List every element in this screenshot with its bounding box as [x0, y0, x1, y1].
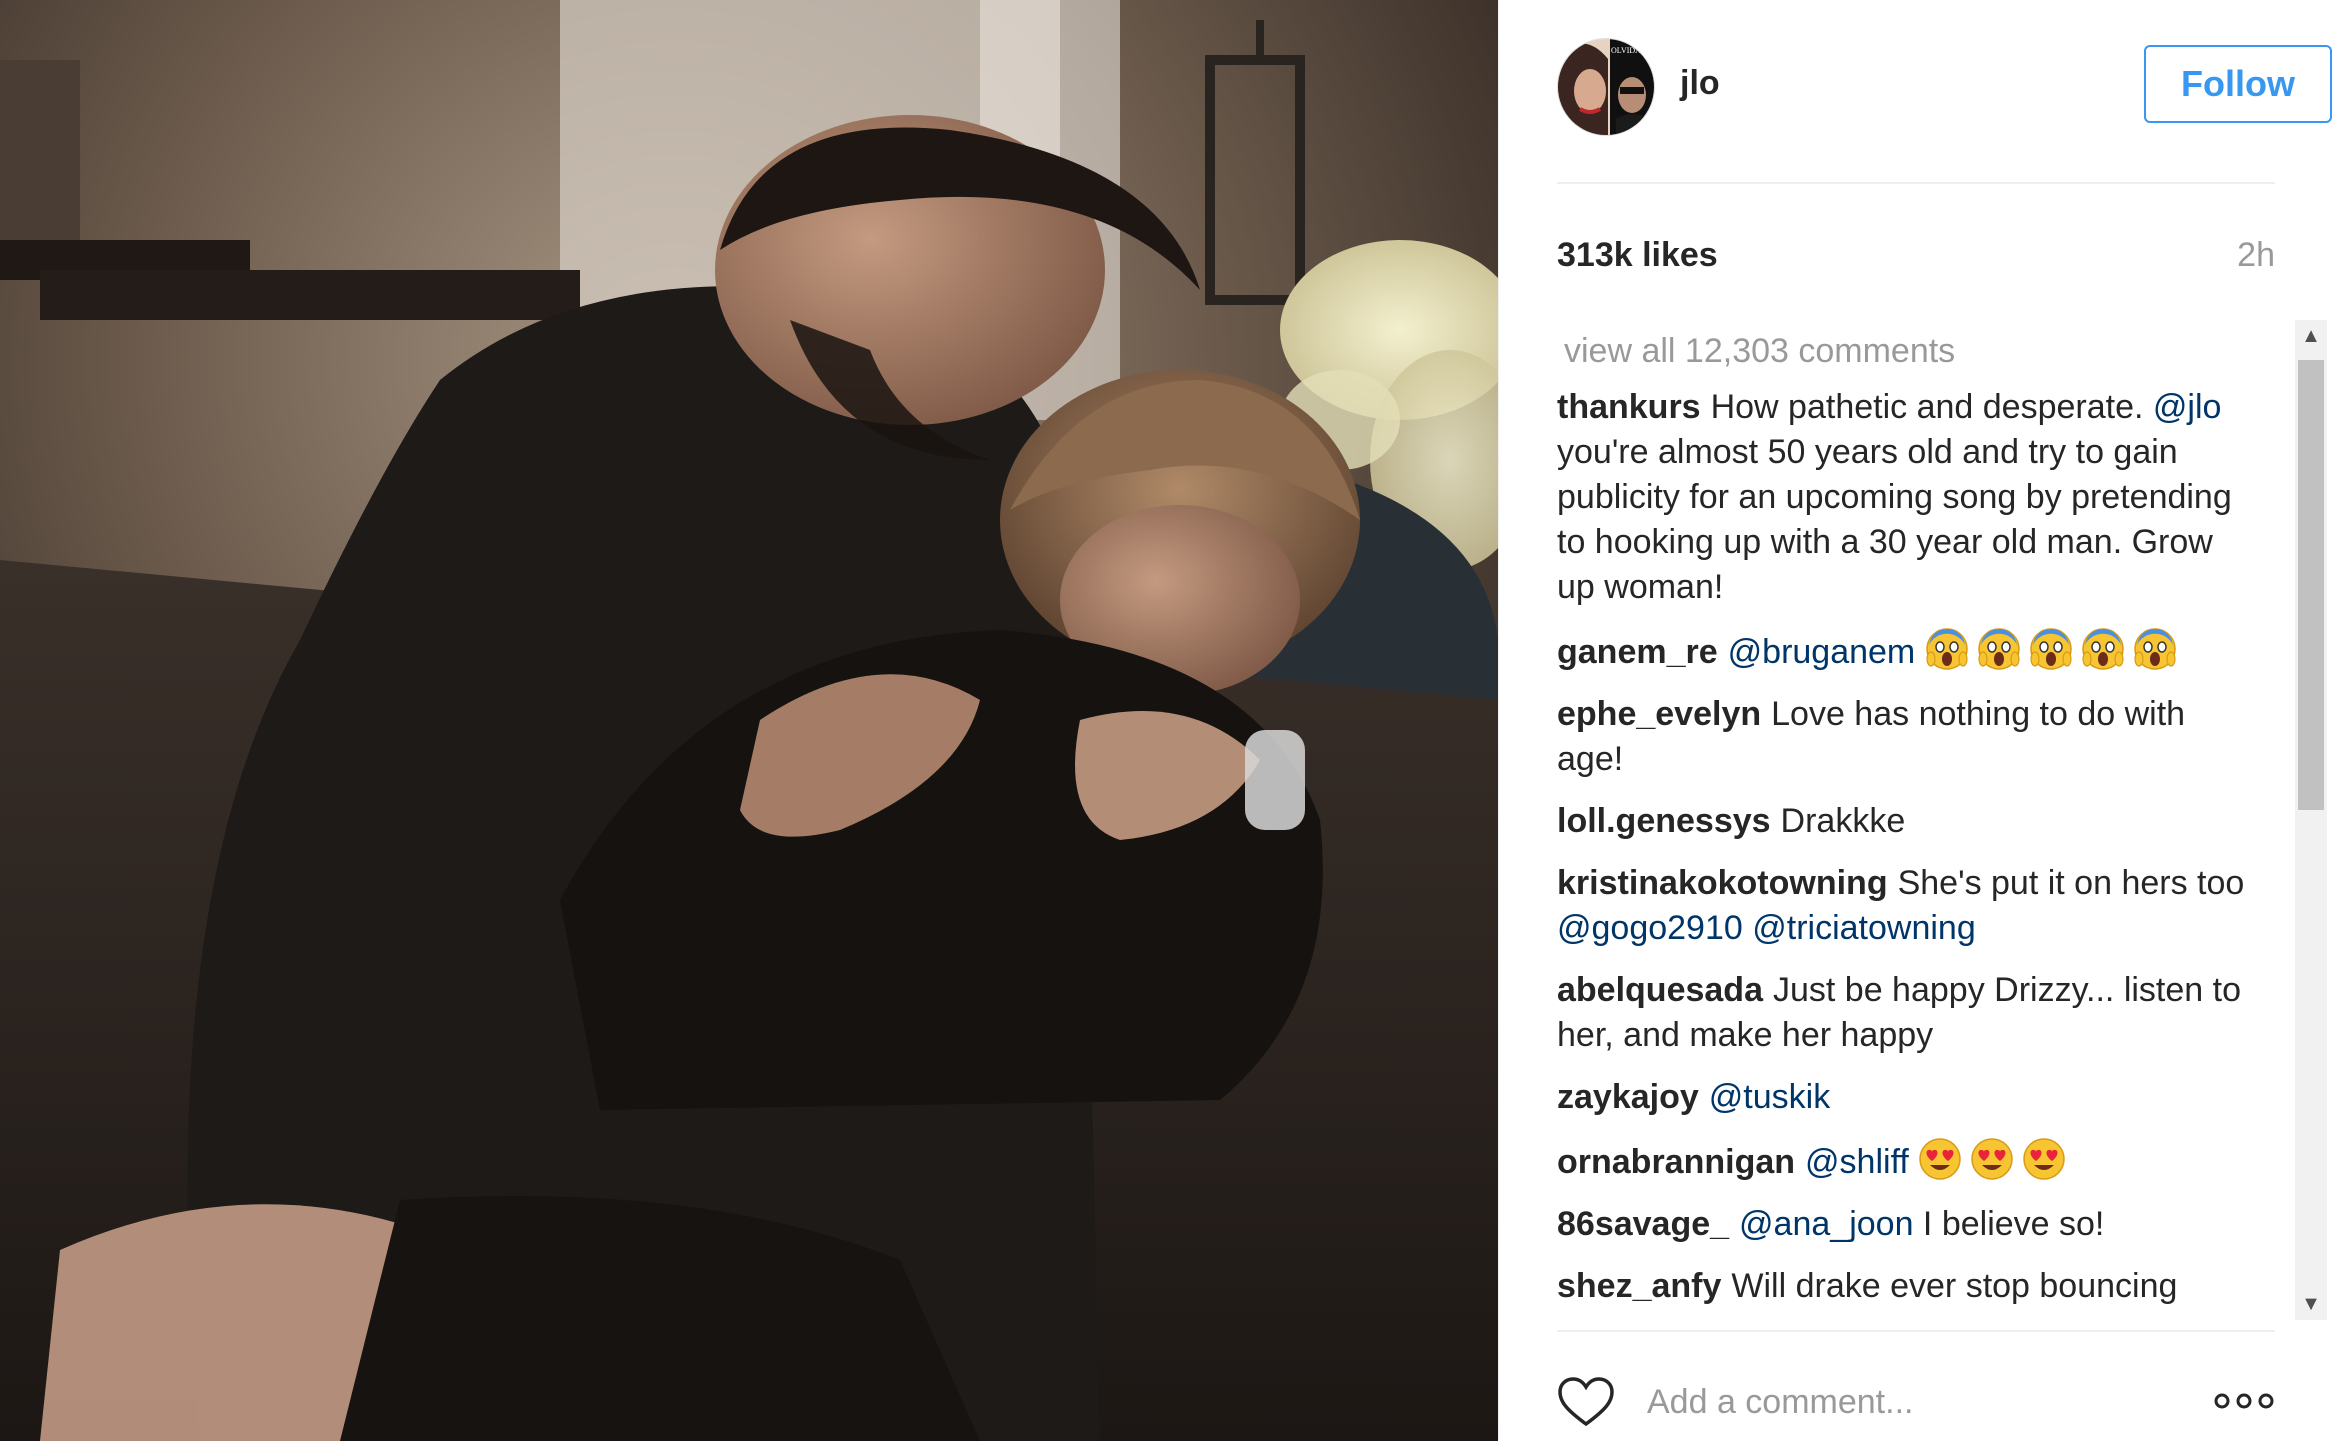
user-avatar[interactable]: OLVIDAME: [1557, 38, 1655, 136]
comment-username[interactable]: ephe_evelyn: [1557, 695, 1761, 733]
comment-username[interactable]: shez_anfy: [1557, 1267, 1721, 1305]
comment-text: She's put it on hers too: [1897, 864, 2245, 902]
comment-text: How pathetic and desperate.: [1710, 388, 2153, 426]
comment-username[interactable]: ganem_re: [1557, 633, 1718, 671]
header-divider: [1557, 182, 2275, 184]
comment-text: I believe so!: [1913, 1205, 2105, 1243]
comment-mention-link[interactable]: @ana_joon: [1739, 1205, 1913, 1243]
comment-item: loll.genessys Drakkke: [1557, 799, 2257, 844]
comment-text: [1915, 633, 1924, 671]
comment-username[interactable]: ornabrannigan: [1557, 1143, 1795, 1181]
face-screaming-emoji-icon: [1925, 628, 1968, 670]
comment-item: shez_anfy Will drake ever stop bouncing: [1557, 1264, 2257, 1309]
post-side-panel: OLVIDAME jlo Follow 313k likes 2h view a…: [1498, 0, 2342, 1441]
instagram-post-view: OLVIDAME jlo Follow 313k likes 2h view a…: [0, 0, 2342, 1441]
comment-item: ganem_re @bruganem: [1557, 627, 2257, 675]
post-header: OLVIDAME jlo Follow: [1557, 38, 2332, 144]
post-time[interactable]: 2h: [2237, 236, 2275, 275]
comments-region: view all 12,303 comments thankurs How pat…: [1557, 320, 2297, 1320]
comment-bar: [1557, 1370, 2275, 1440]
avatar-image: OLVIDAME: [1558, 39, 1654, 135]
comment-username[interactable]: kristinakokotowning: [1557, 864, 1888, 902]
comment-item: thankurs How pathetic and desperate. @jlo…: [1557, 385, 2257, 610]
comment-username[interactable]: 86savage_: [1557, 1205, 1729, 1243]
comment-text: [1743, 909, 1752, 947]
comment-mention-link[interactable]: @jlo: [2153, 388, 2222, 426]
comment-text: [1909, 1143, 1918, 1181]
comment-item: kristinakokotowning She's put it on hers …: [1557, 861, 2257, 951]
comment-text: Drakkke: [1780, 802, 1906, 840]
comment-username[interactable]: zaykajoy: [1557, 1078, 1699, 1116]
footer-divider: [1557, 1330, 2275, 1332]
comment-item: abelquesada Just be happy Drizzy... liste…: [1557, 968, 2257, 1058]
heart-outline-icon[interactable]: [1557, 1376, 1615, 1428]
post-username[interactable]: jlo: [1680, 64, 1720, 103]
face-screaming-emoji-icon: [2029, 628, 2072, 670]
scroll-down-arrow-icon[interactable]: ▼: [2295, 1288, 2327, 1320]
scrollbar-thumb[interactable]: [2298, 360, 2324, 810]
heart-eyes-emoji-icon: [2023, 1138, 2066, 1180]
comment-username[interactable]: abelquesada: [1557, 971, 1763, 1009]
comment-mention-link[interactable]: @gogo2910: [1557, 909, 1743, 947]
face-screaming-emoji-icon: [2081, 628, 2124, 670]
comment-username[interactable]: thankurs: [1557, 388, 1701, 426]
heart-eyes-emoji-icon: [1919, 1138, 1962, 1180]
post-photo[interactable]: [0, 0, 1498, 1441]
photo-illustration: [0, 0, 1498, 1441]
follow-button[interactable]: Follow: [2144, 45, 2332, 123]
avatar-overlay-text: OLVIDAME: [1611, 46, 1653, 55]
view-all-comments-link[interactable]: view all 12,303 comments: [1564, 332, 2257, 371]
more-options-icon[interactable]: [2213, 1386, 2275, 1416]
scroll-up-arrow-icon[interactable]: ▲: [2295, 320, 2327, 352]
face-screaming-emoji-icon: [1977, 628, 2020, 670]
comments-list[interactable]: view all 12,303 comments thankurs How pat…: [1557, 320, 2257, 1320]
likes-count[interactable]: 313k likes: [1557, 236, 1718, 275]
comment-mention-link[interactable]: @shliff: [1805, 1143, 1909, 1181]
comment-item: 86savage_ @ana_joon I believe so!: [1557, 1202, 2257, 1247]
comment-item: zaykajoy @tuskik: [1557, 1075, 2257, 1120]
heart-eyes-emoji-icon: [1971, 1138, 2014, 1180]
comment-text: you're almost 50 years old and try to ga…: [1557, 433, 2232, 606]
comments-scrollbar[interactable]: ▲ ▼: [2295, 320, 2327, 1320]
add-comment-input[interactable]: [1645, 1370, 2169, 1434]
comment-mention-link[interactable]: @bruganem: [1728, 633, 1916, 671]
comment-mention-link[interactable]: @triciatowning: [1752, 909, 1976, 947]
comment-username[interactable]: loll.genessys: [1557, 802, 1771, 840]
comment-text: Will drake ever stop bouncing: [1731, 1267, 2178, 1305]
comment-item: ornabrannigan @shliff: [1557, 1137, 2257, 1185]
comment-mention-link[interactable]: @tuskik: [1709, 1078, 1830, 1116]
face-screaming-emoji-icon: [2133, 628, 2176, 670]
comment-item: ephe_evelyn Love has nothing to do with a…: [1557, 692, 2257, 782]
